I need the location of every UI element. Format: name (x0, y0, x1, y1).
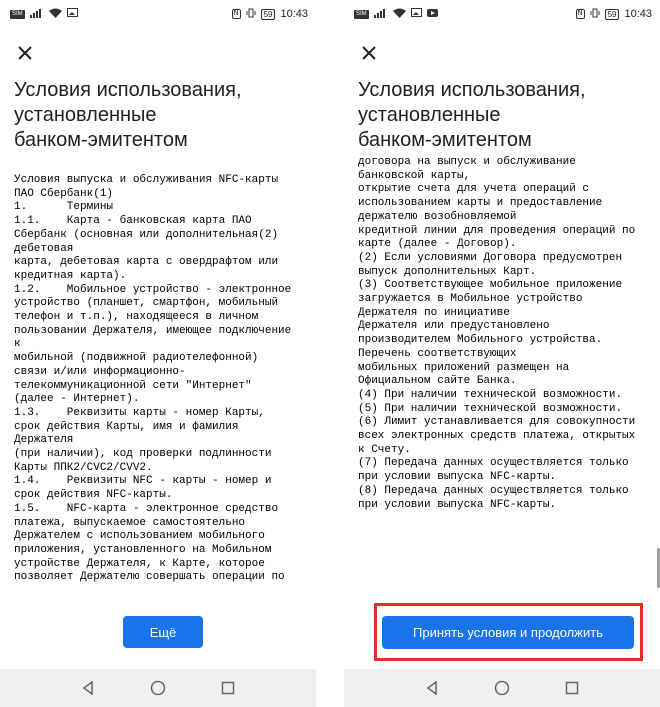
more-button[interactable]: Ещё (123, 616, 203, 648)
system-nav-bar (0, 669, 316, 707)
image-icon (410, 8, 422, 20)
battery-level: 59 (607, 9, 617, 19)
battery-level: 59 (263, 9, 273, 19)
page-title: Условия использования, установленные бан… (14, 79, 242, 151)
home-circle-icon (150, 680, 166, 696)
close-button[interactable] (12, 40, 38, 66)
back-triangle-icon (426, 681, 437, 695)
close-button[interactable] (356, 40, 382, 66)
youtube-icon (426, 8, 438, 20)
nfc-icon: N (231, 9, 241, 19)
vibrate-icon (590, 8, 600, 21)
accept-button-highlight (374, 603, 643, 661)
nfc-icon: N (575, 9, 585, 19)
back-triangle-icon (82, 681, 93, 695)
home-button[interactable] (494, 680, 510, 696)
home-circle-icon (494, 680, 510, 696)
screenshot-divider (316, 0, 344, 707)
recents-button[interactable] (564, 680, 580, 696)
sim-icon: SIM (10, 9, 25, 19)
status-bar: SIM N 59 10:43 (344, 0, 660, 28)
page-title: Условия использования, установленные бан… (358, 79, 586, 151)
sim-icon: SIM (354, 9, 369, 19)
vibrate-icon (246, 8, 256, 21)
signal-icon (373, 8, 388, 21)
wifi-icon (48, 8, 62, 21)
signal-icon (29, 8, 44, 21)
home-button[interactable] (150, 680, 166, 696)
battery-icon: 59 (604, 8, 620, 20)
clock: 10:43 (280, 8, 308, 20)
battery-icon: 59 (260, 8, 276, 20)
right-screen: SIM N 59 10:43 Условия использования, ус… (344, 0, 660, 707)
left-screen: SIM N 59 10:43 Условия использования, ус… (0, 0, 316, 707)
status-bar: SIM N 59 10:43 (0, 0, 316, 28)
close-icon (362, 46, 376, 60)
close-icon (18, 46, 32, 60)
terms-text[interactable]: договора на выпуск и обслуживание банков… (358, 156, 654, 540)
back-button[interactable] (424, 680, 440, 696)
recents-square-icon (221, 681, 235, 695)
image-icon (66, 8, 78, 20)
terms-text[interactable]: Условия выпуска и обслуживания NFC-карты… (14, 174, 310, 590)
back-button[interactable] (80, 680, 96, 696)
recents-square-icon (565, 681, 579, 695)
system-nav-bar (344, 669, 660, 707)
recents-button[interactable] (220, 680, 236, 696)
wifi-icon (392, 8, 406, 21)
clock: 10:43 (624, 8, 652, 20)
